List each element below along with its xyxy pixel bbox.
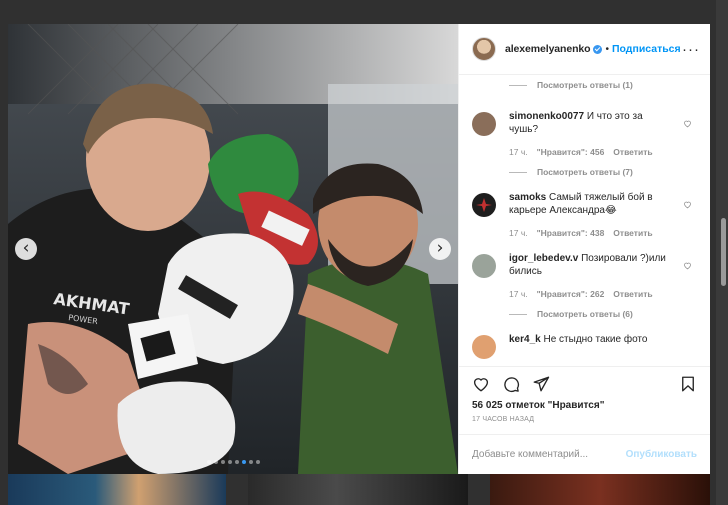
- comment-item: samoks Самый тяжелый бой в карьере Алекс…: [472, 191, 700, 238]
- background-thumbnail[interactable]: [490, 474, 710, 505]
- comment-text: ker4_k Не стыдно такие фото: [509, 333, 669, 346]
- comment-text: igor_lebedev.v Позировали ?)или бились: [509, 252, 669, 278]
- post-sidebar: alexemelyanenko • Подписаться ··· Посмот…: [458, 24, 710, 474]
- view-replies-row[interactable]: Посмотреть ответы (1): [509, 76, 700, 94]
- comment-likes[interactable]: "Нравится": 262: [537, 289, 605, 299]
- comment-body: samoks Самый тяжелый бой в карьере Алекс…: [509, 191, 669, 238]
- comment-avatar[interactable]: [472, 193, 496, 217]
- comments-list: Посмотреть ответы (1) simonenko0077 И чт…: [459, 75, 710, 366]
- view-replies-row[interactable]: Посмотреть ответы (7): [509, 163, 700, 181]
- comment-body: simonenko0077 И что это за чушь? 17 ч. "…: [509, 110, 669, 157]
- carousel-dot: [234, 460, 239, 464]
- comment-item: igor_lebedev.v Позировали ?)или бились 1…: [472, 252, 700, 299]
- next-slide-button[interactable]: ›: [429, 238, 451, 260]
- add-comment-bar: Опубликовать: [459, 434, 710, 474]
- background-thumbnail[interactable]: [248, 474, 468, 505]
- view-replies-link[interactable]: Посмотреть ответы (6): [537, 309, 633, 319]
- scrollbar-thumb[interactable]: [721, 218, 726, 286]
- replies-divider: [509, 171, 527, 173]
- comment-username[interactable]: igor_lebedev.v: [509, 253, 578, 264]
- comment-text: samoks Самый тяжелый бой в карьере Алекс…: [509, 191, 669, 217]
- comment-avatar[interactable]: [472, 335, 496, 359]
- follow-button[interactable]: Подписаться: [612, 43, 681, 55]
- comment-meta: 17 ч. "Нравится": 456 Ответить: [509, 147, 669, 157]
- comment-likes[interactable]: "Нравится": 456: [537, 147, 605, 157]
- reply-button[interactable]: Ответить: [613, 228, 652, 238]
- like-comment-heart-icon[interactable]: [683, 200, 692, 209]
- comment-username[interactable]: simonenko0077: [509, 111, 584, 122]
- heart-icon[interactable]: [472, 375, 490, 393]
- comment-avatar[interactable]: [472, 112, 496, 136]
- page-scrollbar[interactable]: [716, 0, 728, 505]
- comment-meta: 17 ч. "Нравится": 262 Ответить: [509, 289, 669, 299]
- comment-time: 17 ч.: [509, 289, 528, 299]
- bookmark-icon[interactable]: [679, 375, 697, 393]
- comment-icon[interactable]: [502, 375, 520, 393]
- view-replies-link[interactable]: Посмотреть ответы (7): [537, 167, 633, 177]
- comment-username[interactable]: samoks: [509, 192, 546, 203]
- background-thumbnail[interactable]: [8, 474, 226, 505]
- post-modal: AKHMAT POWER ULTIMATUM ‹ › alexemelyanen…: [8, 24, 710, 474]
- carousel-dot: [220, 460, 225, 464]
- verified-badge-icon: [593, 44, 603, 54]
- more-options-icon[interactable]: ···: [682, 41, 700, 58]
- comment-username[interactable]: ker4_k: [509, 334, 541, 345]
- post-media: AKHMAT POWER ULTIMATUM ‹ ›: [8, 24, 458, 474]
- like-comment-heart-icon[interactable]: [683, 119, 692, 128]
- author-username[interactable]: alexemelyanenko: [505, 43, 591, 55]
- comment-body: igor_lebedev.v Позировали ?)или бились 1…: [509, 252, 669, 299]
- carousel-dot: [213, 460, 218, 464]
- comment-item: simonenko0077 И что это за чушь? 17 ч. "…: [472, 110, 700, 157]
- post-header: alexemelyanenko • Подписаться ···: [459, 24, 710, 75]
- author-avatar[interactable]: [472, 37, 496, 61]
- separator: •: [605, 43, 609, 55]
- comment-body: ker4_k Не стыдно такие фото: [509, 333, 669, 359]
- view-replies-link[interactable]: Посмотреть ответы (1): [537, 80, 633, 90]
- carousel-dot: [206, 460, 211, 464]
- comment-time: 17 ч.: [509, 147, 528, 157]
- comment-avatar[interactable]: [472, 254, 496, 278]
- like-comment-heart-icon[interactable]: [683, 261, 692, 270]
- comment-message: Не стыдно такие фото: [543, 334, 648, 345]
- comment-time: 17 ч.: [509, 228, 528, 238]
- carousel-dot: [227, 460, 232, 464]
- replies-divider: [509, 84, 527, 86]
- publish-button[interactable]: Опубликовать: [626, 449, 697, 460]
- comment-text: simonenko0077 И что это за чушь?: [509, 110, 669, 136]
- carousel-dot: [248, 460, 253, 464]
- comment-meta: 17 ч. "Нравится": 438 Ответить: [509, 228, 669, 238]
- reply-button[interactable]: Ответить: [613, 147, 652, 157]
- comment-likes[interactable]: "Нравится": 438: [537, 228, 605, 238]
- post-photo: AKHMAT POWER ULTIMATUM: [8, 24, 458, 474]
- reply-button[interactable]: Ответить: [613, 289, 652, 299]
- post-timestamp: 17 ЧАСОВ НАЗАД: [472, 416, 535, 423]
- comment-item: ker4_k Не стыдно такие фото: [472, 333, 700, 359]
- comment-input[interactable]: [472, 449, 626, 460]
- replies-divider: [509, 313, 527, 315]
- view-replies-row[interactable]: Посмотреть ответы (6): [509, 305, 700, 323]
- previous-slide-button[interactable]: ‹: [15, 238, 37, 260]
- carousel-dot: [255, 460, 260, 464]
- carousel-indicator: [8, 460, 458, 464]
- likes-count[interactable]: 56 025 отметок "Нравится": [459, 400, 710, 416]
- post-actions: [459, 366, 710, 400]
- carousel-dot: [241, 460, 246, 464]
- paper-plane-icon[interactable]: [532, 375, 550, 393]
